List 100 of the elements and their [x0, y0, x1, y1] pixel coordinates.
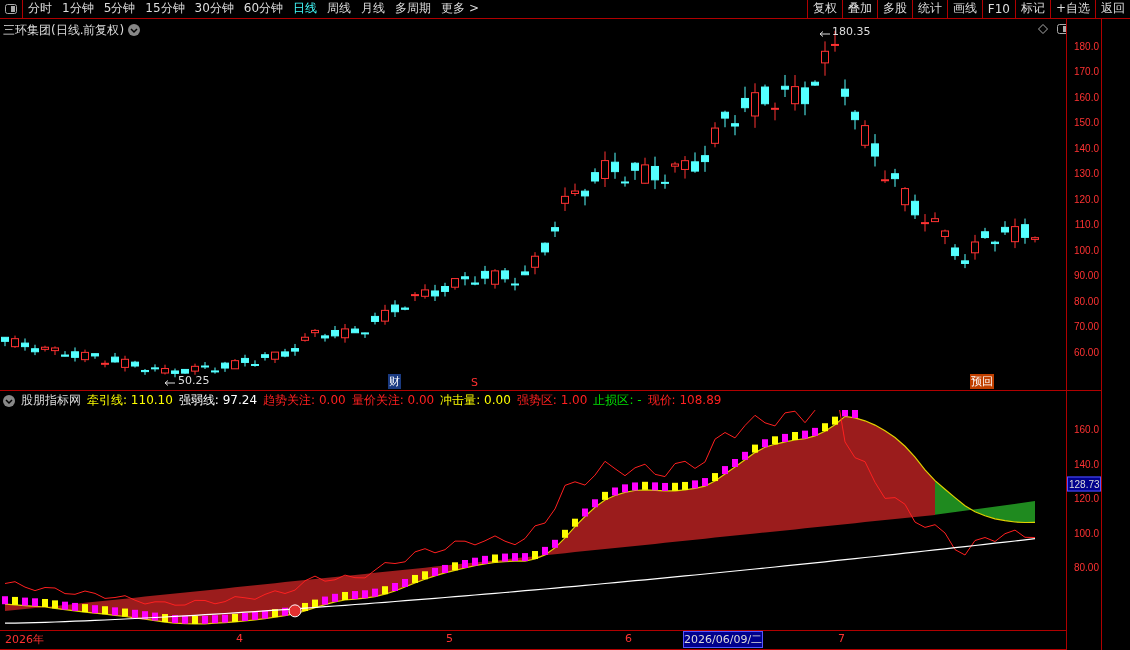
candle: [631, 161, 639, 181]
candle: [651, 156, 659, 190]
candle: [661, 174, 669, 190]
candle: [961, 253, 969, 269]
candle: [791, 74, 799, 112]
low-price-label: 50.25: [178, 374, 210, 387]
axis-label: 80.00: [1073, 562, 1099, 575]
candle: [701, 145, 709, 173]
diamond-icon[interactable]: [1038, 23, 1048, 34]
candle: [471, 275, 479, 286]
candle: [361, 332, 369, 339]
indicator-value: 现价: 108.89: [647, 392, 722, 410]
axis-label: 90.00: [1073, 270, 1099, 283]
event-marker[interactable]: 预回: [970, 374, 994, 390]
period-tab[interactable]: 30分钟: [189, 0, 239, 18]
candle: [441, 282, 449, 297]
axis-label: 160.0: [1073, 91, 1099, 104]
period-tab[interactable]: 月线: [356, 0, 391, 18]
candle: [91, 353, 99, 360]
axis-label: 100.0: [1073, 527, 1099, 540]
period-tab[interactable]: 日线: [288, 0, 323, 18]
candle: [31, 344, 39, 356]
axis-label: 120.0: [1073, 493, 1099, 506]
dropdown-icon[interactable]: [3, 394, 15, 407]
date-label: 5: [446, 632, 453, 645]
candle: [931, 211, 939, 223]
candle: [731, 114, 739, 136]
candle: [761, 84, 769, 107]
candle: [261, 351, 269, 361]
candle: [551, 221, 559, 238]
candle: [861, 119, 869, 149]
period-tab[interactable]: 5分钟: [98, 0, 141, 18]
candle: [601, 150, 609, 188]
candle: [511, 277, 519, 291]
candle: [181, 368, 189, 375]
date-label: 6: [625, 632, 632, 645]
candle: [721, 110, 729, 128]
candle: [671, 161, 679, 174]
cursor-date-label: 2026/06/09/二: [683, 631, 764, 648]
candle: [811, 79, 819, 87]
candle: [211, 367, 219, 375]
candle: [241, 354, 249, 367]
candle: [121, 355, 129, 372]
chart-title: 三环集团(日线.前复权): [3, 21, 140, 39]
axis-label: 140.0: [1073, 458, 1099, 471]
candle: [711, 121, 719, 148]
candle: [741, 86, 749, 113]
period-tab[interactable]: 分时: [23, 0, 57, 18]
candle: [131, 360, 139, 368]
candle: [821, 40, 829, 77]
candle: [521, 264, 529, 276]
candle: [1001, 220, 1009, 236]
candle: [191, 363, 199, 376]
candle: [311, 328, 319, 338]
event-marker[interactable]: S: [470, 376, 479, 390]
period-tab[interactable]: 周线: [322, 0, 357, 18]
axis-label: 160.0: [1073, 424, 1099, 437]
candle: [391, 299, 399, 318]
axis-label: 140.0: [1073, 142, 1099, 155]
candle: [981, 227, 989, 240]
candle: [1031, 235, 1039, 243]
candle: [11, 335, 19, 349]
candle: [841, 78, 849, 106]
candle: [351, 325, 359, 334]
candle: [641, 157, 649, 185]
candle: [51, 345, 59, 356]
period-tab[interactable]: 60分钟: [238, 0, 289, 18]
candle: [491, 268, 499, 290]
candle: [341, 323, 349, 344]
candle: [941, 229, 949, 245]
candle: [461, 271, 469, 286]
event-marker[interactable]: 财: [388, 374, 401, 390]
high-price-label: 180.35: [832, 24, 871, 38]
indicator-value: 强弱线: 97.24: [178, 392, 258, 410]
candle: [451, 277, 459, 291]
candle: [101, 359, 109, 368]
arrow-icon: [165, 379, 175, 386]
period-tab[interactable]: 更多 >: [436, 0, 484, 18]
candle: [751, 82, 759, 129]
candle: [221, 361, 229, 373]
candle: [481, 265, 489, 285]
candle: [801, 81, 809, 116]
candle: [871, 133, 879, 167]
candle: [141, 368, 149, 376]
candle: [691, 151, 699, 174]
candle: [621, 176, 629, 188]
axis-label: 80.00: [1073, 295, 1099, 308]
candle: [171, 368, 179, 378]
indicator-value: 牵引线: 110.10: [87, 392, 173, 410]
candle: [421, 283, 429, 300]
date-label: 7: [838, 632, 845, 645]
period-tab[interactable]: 15分钟: [140, 0, 190, 18]
candle: [911, 194, 919, 220]
candle: [951, 243, 959, 261]
period-tab[interactable]: 1分钟: [57, 0, 99, 18]
axis-label: 170.0: [1073, 66, 1099, 79]
dropdown-icon[interactable]: [128, 23, 140, 36]
period-tab[interactable]: 多周期: [390, 0, 437, 18]
candle: [381, 304, 389, 326]
panel-icon[interactable]: [1057, 23, 1066, 34]
